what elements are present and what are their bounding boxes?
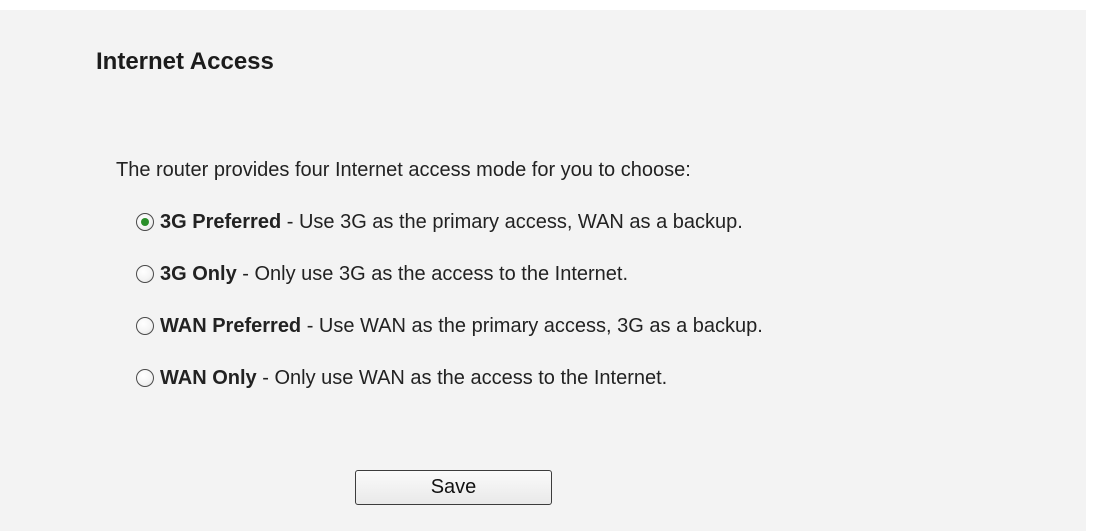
radio-3g-preferred[interactable] bbox=[136, 213, 154, 231]
mode-description: - Only use 3G as the access to the Inter… bbox=[236, 263, 629, 285]
mode-name: WAN Preferred bbox=[160, 315, 302, 337]
mode-label-wan-only: WAN Only - Only use WAN as the access to… bbox=[160, 364, 667, 392]
mode-name: WAN Only bbox=[160, 367, 257, 389]
access-mode-list: 3G Preferred - Use 3G as the primary acc… bbox=[136, 208, 763, 416]
radio-wan-only[interactable] bbox=[136, 369, 154, 387]
mode-option-3g-only[interactable]: 3G Only - Only use 3G as the access to t… bbox=[136, 260, 763, 288]
mode-option-wan-preferred[interactable]: WAN Preferred - Use WAN as the primary a… bbox=[136, 312, 763, 340]
mode-label-3g-preferred: 3G Preferred - Use 3G as the primary acc… bbox=[160, 208, 743, 236]
intro-text: The router provides four Internet access… bbox=[116, 159, 691, 181]
mode-option-wan-only[interactable]: WAN Only - Only use WAN as the access to… bbox=[136, 364, 763, 392]
radio-3g-only[interactable] bbox=[136, 265, 154, 283]
mode-name: 3G Only bbox=[160, 263, 237, 285]
radio-selected-dot bbox=[141, 218, 149, 226]
mode-description: - Use 3G as the primary access, WAN as a… bbox=[281, 211, 743, 233]
mode-name: 3G Preferred bbox=[160, 211, 282, 233]
mode-label-3g-only: 3G Only - Only use 3G as the access to t… bbox=[160, 260, 628, 288]
mode-description: - Only use WAN as the access to the Inte… bbox=[256, 367, 668, 389]
save-button[interactable]: Save bbox=[355, 470, 552, 505]
mode-option-3g-preferred[interactable]: 3G Preferred - Use 3G as the primary acc… bbox=[136, 208, 763, 236]
mode-label-wan-preferred: WAN Preferred - Use WAN as the primary a… bbox=[160, 312, 763, 340]
mode-description: - Use WAN as the primary access, 3G as a… bbox=[301, 315, 763, 337]
settings-panel: Internet Access The router provides four… bbox=[0, 10, 1086, 531]
radio-wan-preferred[interactable] bbox=[136, 317, 154, 335]
page-title: Internet Access bbox=[96, 48, 274, 75]
